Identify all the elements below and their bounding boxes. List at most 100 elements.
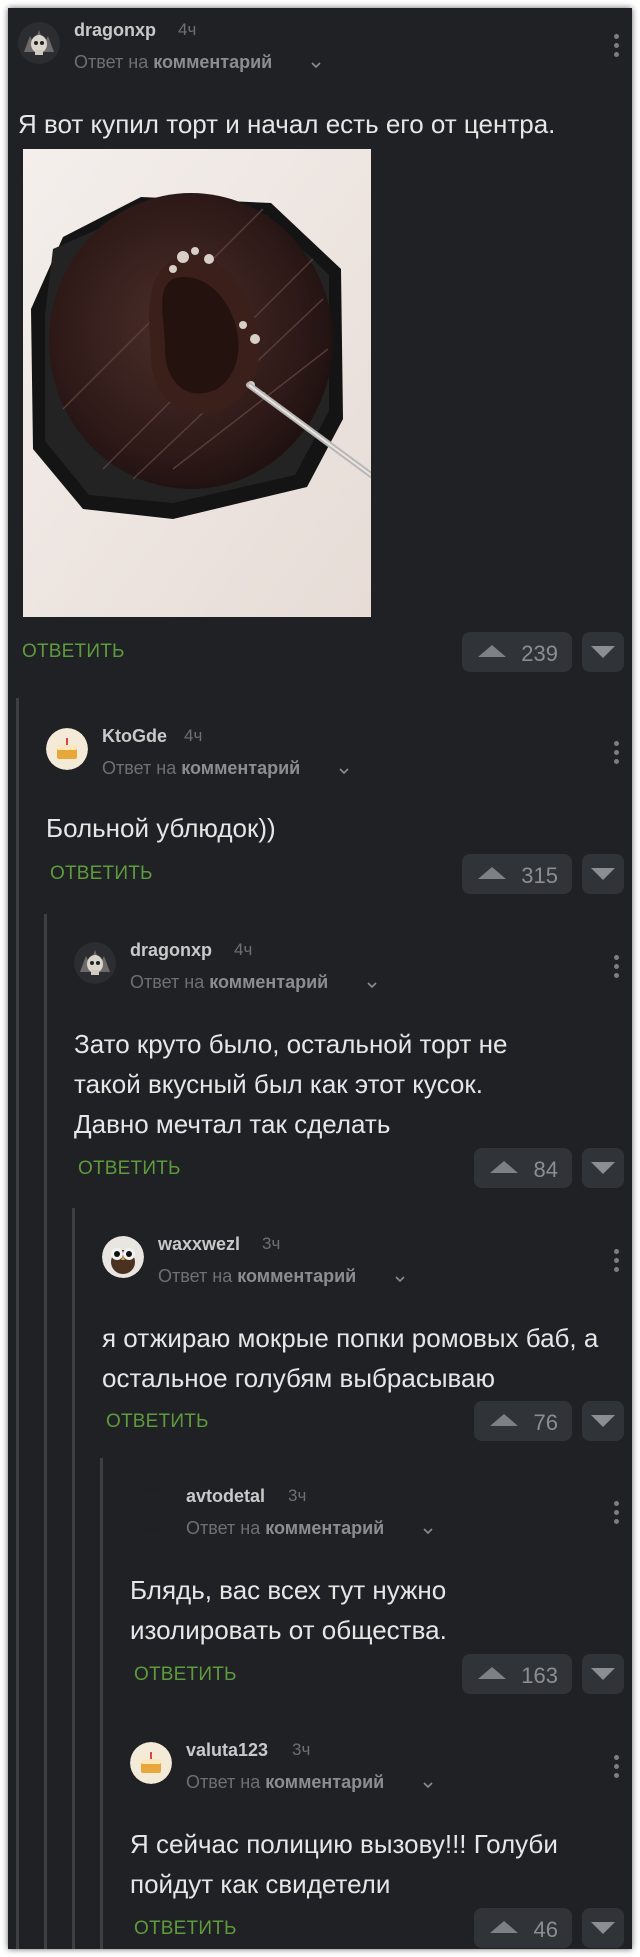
- vote-count: 163: [521, 1663, 558, 1688]
- arrow-up-icon: [478, 1667, 506, 1679]
- thread-line: [16, 698, 19, 1949]
- upvote-button[interactable]: 76: [474, 1401, 572, 1441]
- avatar[interactable]: [74, 942, 116, 984]
- upvote-button[interactable]: 163: [462, 1654, 572, 1694]
- reply-target: комментарий: [153, 52, 273, 72]
- arrow-down-icon: [591, 1668, 615, 1680]
- skull-avatar-icon: [18, 22, 60, 64]
- comment-text: Блядь, вас всех тут нужно изолировать от…: [130, 1575, 447, 1645]
- arrow-down-icon: [591, 1922, 615, 1934]
- reply-target: комментарий: [209, 972, 329, 992]
- reply-prefix: Ответ на: [130, 972, 205, 992]
- comment-text: Я сейчас полицию вызову!!! Голуби пойдут…: [130, 1829, 558, 1899]
- chevron-down-icon[interactable]: [311, 62, 321, 69]
- reply-prefix: Ответ на: [186, 1772, 261, 1792]
- arrow-down-icon: [591, 646, 615, 658]
- username[interactable]: KtoGde: [102, 726, 167, 747]
- avatar[interactable]: [18, 22, 60, 64]
- avatar[interactable]: [130, 1488, 172, 1530]
- reply-target: комментарий: [237, 1266, 357, 1286]
- upvote-button[interactable]: 239: [462, 632, 572, 672]
- reply-button[interactable]: ОТВЕТИТЬ: [50, 863, 153, 885]
- avatar[interactable]: [102, 1236, 144, 1278]
- more-menu-icon[interactable]: [614, 34, 620, 60]
- reply-to-link[interactable]: Ответ на комментарий: [130, 972, 328, 993]
- downvote-button[interactable]: [582, 632, 624, 672]
- comment-text: я отжираю мокрые попки ромовых баб, а ос…: [102, 1323, 599, 1393]
- upvote-button[interactable]: 84: [474, 1148, 572, 1188]
- reply-button[interactable]: ОТВЕТИТЬ: [78, 1158, 181, 1180]
- arrow-down-icon: [591, 1162, 615, 1174]
- reply-target: комментарий: [181, 758, 301, 778]
- cake-avatar-icon: [130, 1742, 172, 1784]
- reply-to-link[interactable]: Ответ на комментарий: [186, 1772, 384, 1793]
- vote-count: 46: [533, 1917, 558, 1942]
- thread-line: [100, 1458, 103, 1949]
- chevron-down-icon[interactable]: [423, 1782, 433, 1789]
- arrow-up-icon: [490, 1921, 518, 1933]
- comment-text: Я вот купил торт и начал есть его от цен…: [18, 109, 556, 139]
- downvote-button[interactable]: [582, 1148, 624, 1188]
- vote-count: 239: [521, 641, 558, 666]
- username[interactable]: valuta123: [186, 1740, 268, 1761]
- arrow-down-icon: [591, 1415, 615, 1427]
- timestamp: 3ч: [292, 1740, 311, 1759]
- cake-avatar-icon: [46, 728, 88, 770]
- username[interactable]: dragonxp: [74, 20, 156, 41]
- blank-avatar-icon: [131, 1489, 171, 1529]
- comment-thread: dragonxp 4ч Ответ на комментарий Я вот к…: [8, 8, 632, 1949]
- reply-button[interactable]: ОТВЕТИТЬ: [134, 1664, 237, 1686]
- comment-text: Больной ублюдок)): [46, 813, 276, 843]
- arrow-up-icon: [478, 867, 506, 879]
- chevron-down-icon[interactable]: [367, 982, 377, 989]
- reply-to-link[interactable]: Ответ на комментарий: [158, 1266, 356, 1287]
- more-menu-icon[interactable]: [614, 1501, 620, 1527]
- avatar[interactable]: [46, 728, 88, 770]
- chevron-down-icon[interactable]: [423, 1528, 433, 1535]
- cake-photo[interactable]: [23, 149, 371, 617]
- arrow-up-icon: [490, 1414, 518, 1426]
- username[interactable]: waxxwezl: [158, 1234, 240, 1255]
- downvote-button[interactable]: [582, 1401, 624, 1441]
- owl-avatar-icon: [102, 1236, 144, 1278]
- reply-button[interactable]: ОТВЕТИТЬ: [22, 641, 125, 663]
- reply-prefix: Ответ на: [158, 1266, 233, 1286]
- reply-button[interactable]: ОТВЕТИТЬ: [106, 1411, 209, 1433]
- reply-to-link[interactable]: Ответ на комментарий: [102, 758, 300, 779]
- timestamp: 3ч: [288, 1486, 307, 1505]
- thread-line: [72, 1208, 75, 1949]
- avatar[interactable]: [130, 1742, 172, 1784]
- timestamp: 4ч: [234, 940, 253, 959]
- more-menu-icon[interactable]: [614, 955, 620, 981]
- comment-text: Зато круто было, остальной торт не такой…: [74, 1029, 508, 1139]
- username[interactable]: avtodetal: [186, 1486, 265, 1507]
- downvote-button[interactable]: [582, 1908, 624, 1948]
- arrow-down-icon: [591, 868, 615, 880]
- upvote-button[interactable]: 46: [474, 1908, 572, 1948]
- reply-to-link[interactable]: Ответ на комментарий: [74, 52, 272, 73]
- upvote-button[interactable]: 315: [462, 854, 572, 894]
- reply-button[interactable]: ОТВЕТИТЬ: [134, 1918, 237, 1940]
- timestamp: 4ч: [184, 726, 203, 745]
- more-menu-icon[interactable]: [614, 1249, 620, 1275]
- arrow-up-icon: [478, 645, 506, 657]
- more-menu-icon[interactable]: [614, 741, 620, 767]
- reply-prefix: Ответ на: [102, 758, 177, 778]
- downvote-button[interactable]: [582, 854, 624, 894]
- chevron-down-icon[interactable]: [395, 1276, 405, 1283]
- vote-count: 76: [533, 1410, 558, 1435]
- timestamp: 3ч: [262, 1234, 281, 1253]
- arrow-up-icon: [490, 1161, 518, 1173]
- downvote-button[interactable]: [582, 1654, 624, 1694]
- username[interactable]: dragonxp: [130, 940, 212, 961]
- timestamp: 4ч: [178, 20, 197, 39]
- skull-avatar-icon: [74, 942, 116, 984]
- reply-target: комментарий: [265, 1518, 385, 1538]
- reply-to-link[interactable]: Ответ на комментарий: [186, 1518, 384, 1539]
- more-menu-icon[interactable]: [614, 1755, 620, 1781]
- cake-image: [23, 149, 371, 617]
- chevron-down-icon[interactable]: [339, 768, 349, 775]
- thread-line: [44, 914, 47, 1949]
- reply-prefix: Ответ на: [186, 1518, 261, 1538]
- vote-count: 315: [521, 863, 558, 888]
